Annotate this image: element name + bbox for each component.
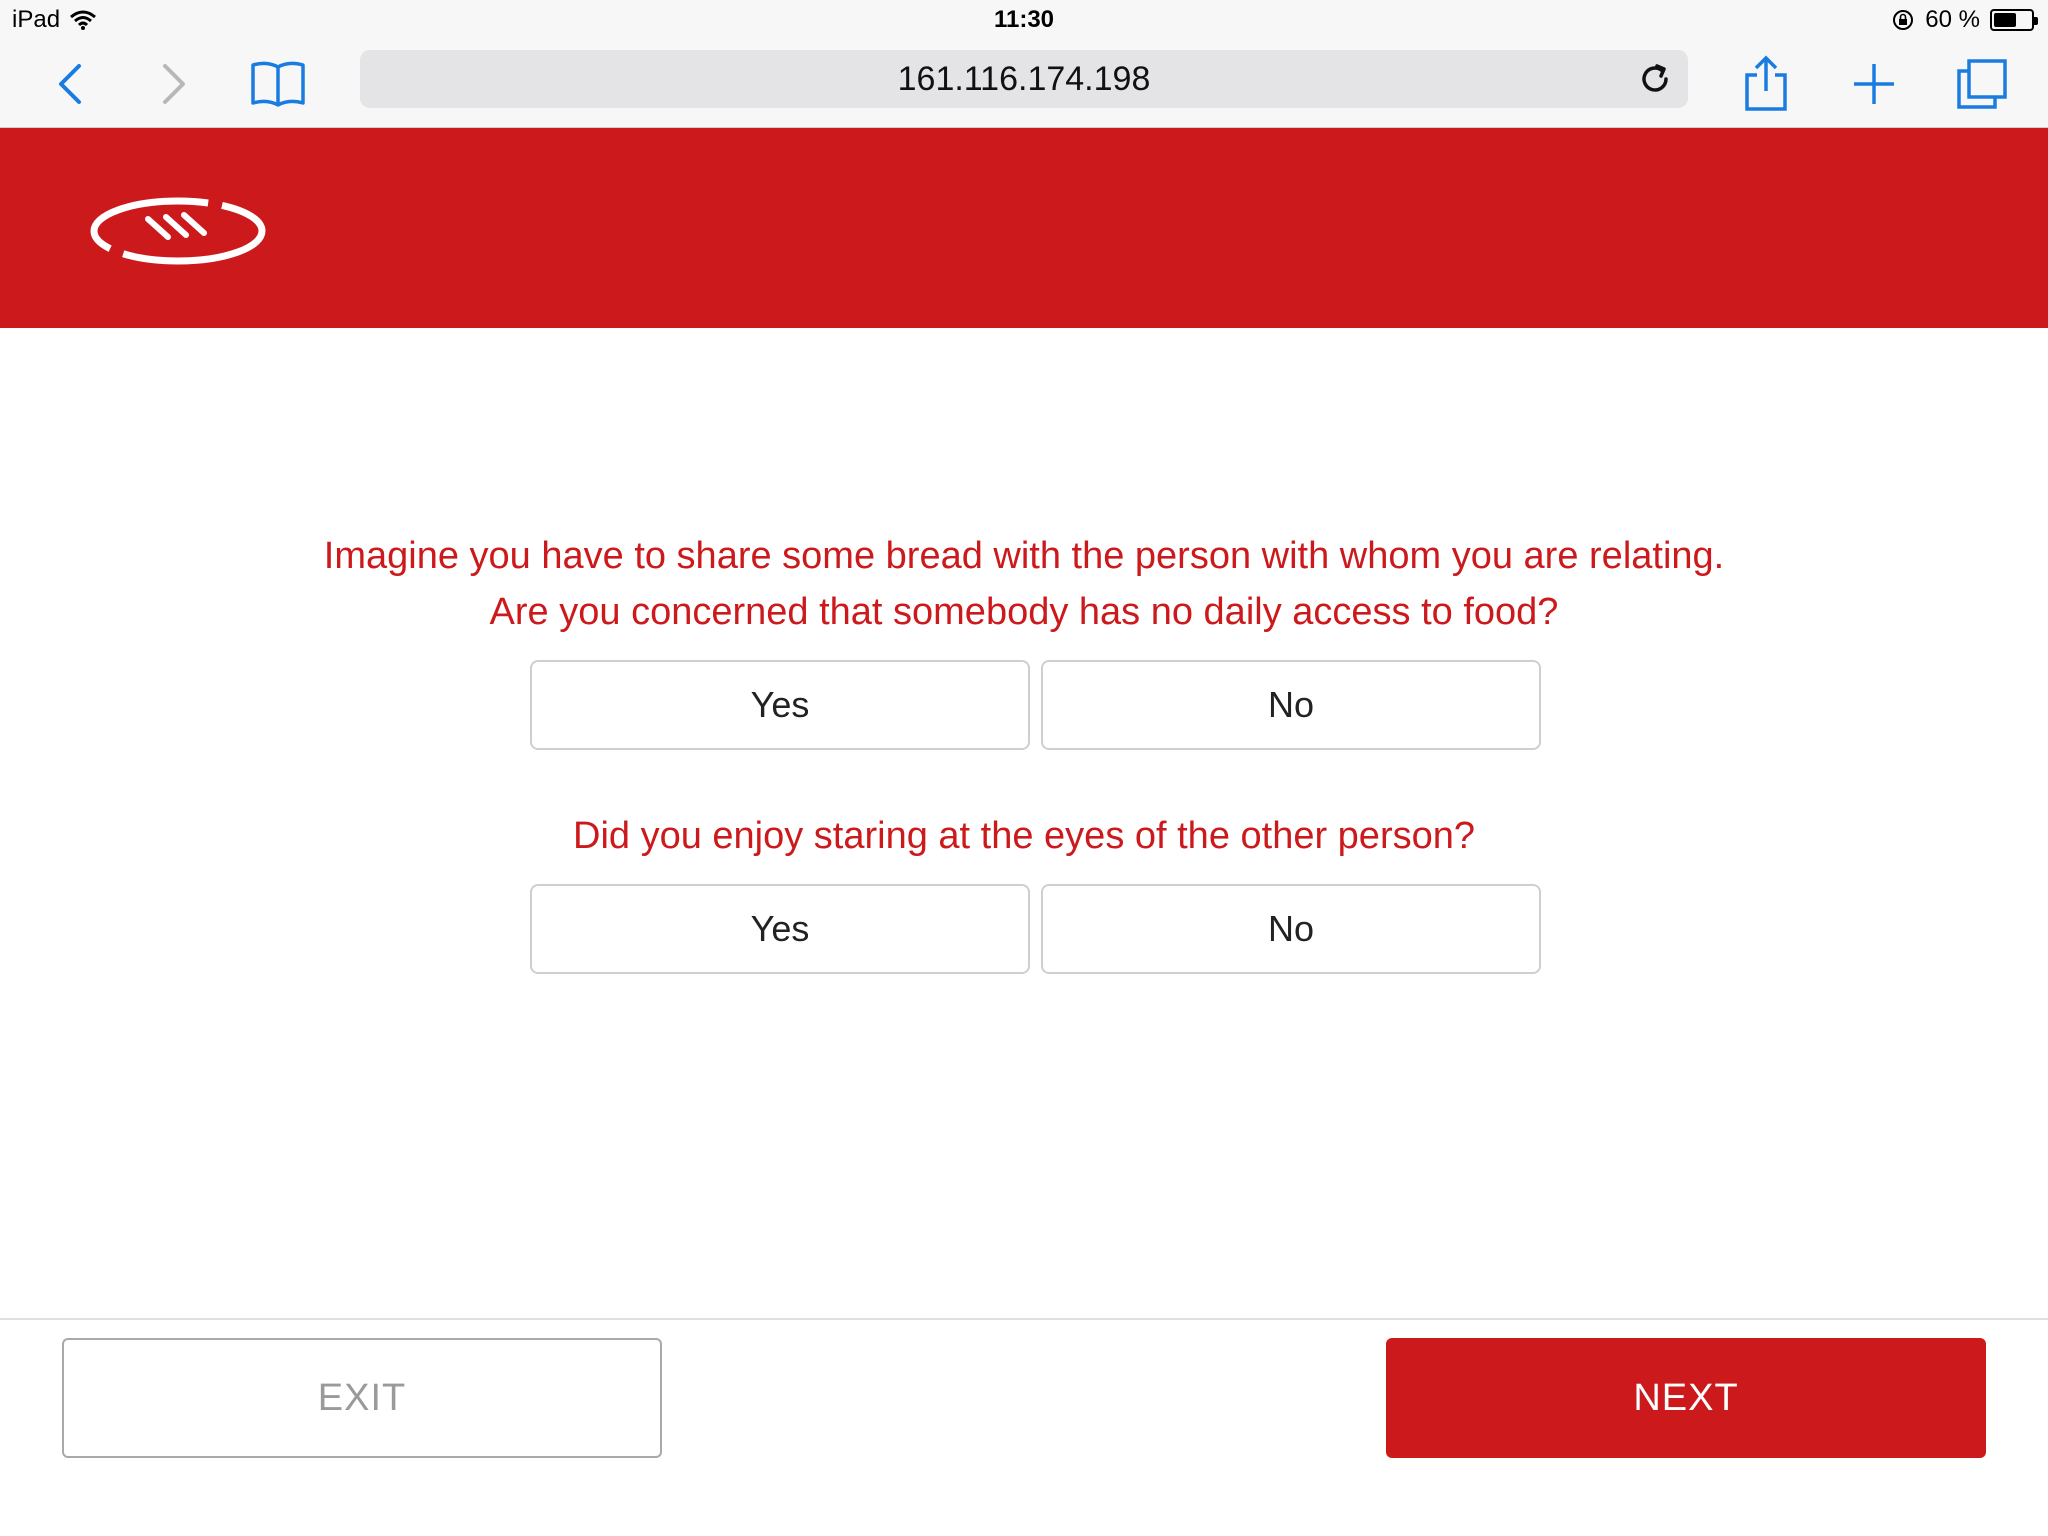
- battery-fill: [1994, 13, 2016, 27]
- new-tab-button[interactable]: [1842, 52, 1906, 116]
- question-1: Imagine you have to share some bread wit…: [0, 528, 2048, 640]
- chevron-right-icon: [163, 64, 185, 104]
- address-bar[interactable]: 161.116.174.198: [360, 50, 1688, 108]
- back-button[interactable]: [38, 52, 102, 116]
- question-1-line-1: Imagine you have to share some bread wit…: [323, 535, 1725, 577]
- question-1-yes-button[interactable]: Yes: [530, 660, 1030, 750]
- battery-icon: [1990, 9, 2038, 31]
- forward-button[interactable]: [142, 52, 206, 116]
- brand-logo-icon: [90, 197, 266, 265]
- site-header: [0, 128, 2048, 328]
- reload-icon[interactable]: [1636, 60, 1674, 98]
- share-button[interactable]: [1734, 52, 1798, 116]
- exit-button[interactable]: EXIT: [62, 1338, 662, 1458]
- orientation-lock-icon: [1893, 10, 1914, 30]
- question-1-line-2: Are you concerned that somebody has no d…: [489, 591, 1559, 633]
- question-1-no-button[interactable]: No: [1041, 660, 1541, 750]
- share-icon: [1745, 55, 1787, 111]
- book-icon: [251, 61, 305, 107]
- question-2-yes-button[interactable]: Yes: [530, 884, 1030, 974]
- question-2-line-1: Did you enjoy staring at the eyes of the…: [573, 815, 1475, 857]
- tabs-button[interactable]: [1950, 52, 2014, 116]
- next-button[interactable]: NEXT: [1386, 1338, 1986, 1458]
- footer-divider: [0, 1318, 2048, 1320]
- chevron-left-icon: [59, 64, 81, 104]
- question-2-no-button[interactable]: No: [1041, 884, 1541, 974]
- status-time: 11:30: [993, 6, 1055, 33]
- question-2: Did you enjoy staring at the eyes of the…: [0, 808, 2048, 864]
- browser-toolbar: 161.116.174.198: [0, 40, 2048, 128]
- plus-icon: [1854, 64, 1894, 104]
- status-right: 60 %: [1891, 6, 2038, 34]
- bookmarks-button[interactable]: [246, 52, 310, 116]
- battery-percent: 60 %: [1925, 6, 1980, 33]
- url-text: 161.116.174.198: [897, 59, 1151, 98]
- status-bar: iPad 11:30 60 %: [0, 0, 2048, 40]
- tabs-icon: [1957, 59, 2007, 109]
